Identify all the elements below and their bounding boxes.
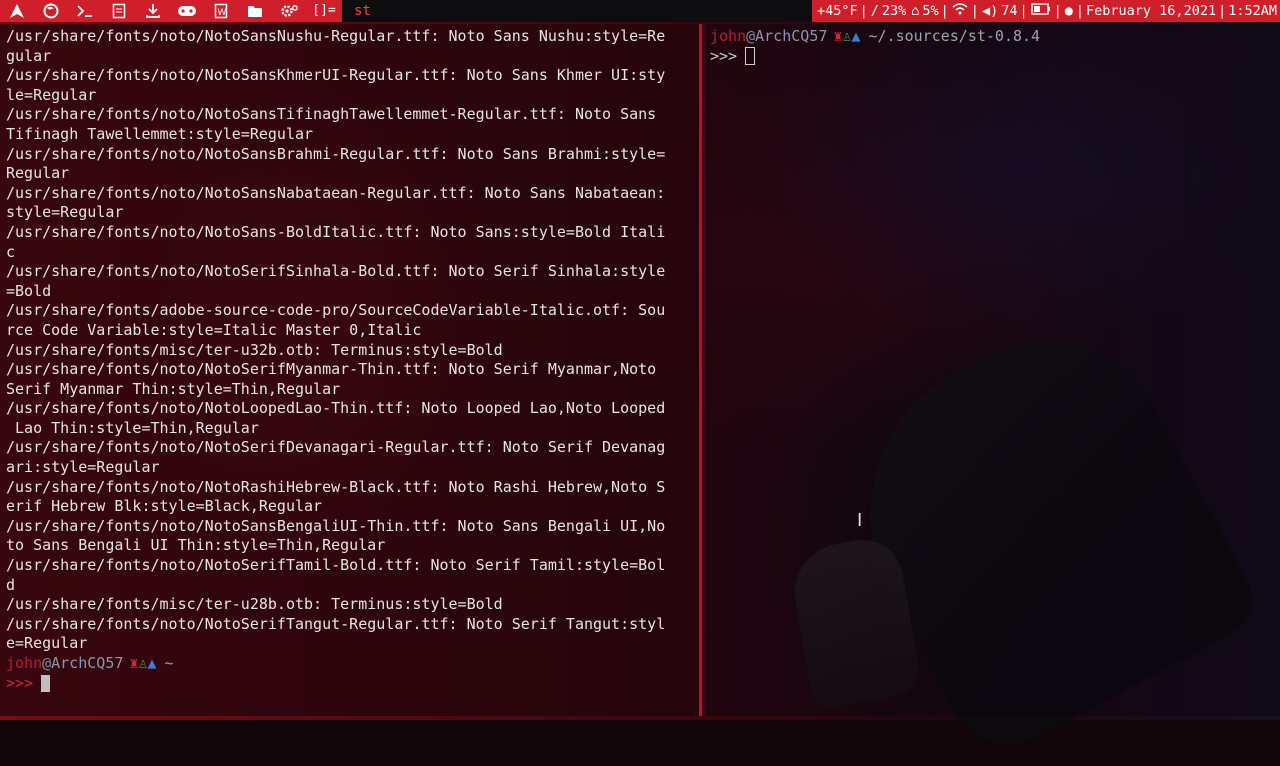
arch-icon: ▲ — [147, 654, 157, 672]
terminal-output: /usr/share/fonts/noto/NotoSansNushu-Regu… — [6, 27, 693, 654]
status-bar: W []= st +45°F | /23% ⌂ 5% | | ◀) 74 | | ●… — [0, 0, 1280, 22]
ghost-icon: ♜ — [833, 27, 843, 45]
terminal-output-line: ari:style=Regular — [6, 458, 160, 477]
separator: | — [1019, 3, 1028, 19]
separator: | — [1053, 3, 1062, 19]
terminal-output-line: /usr/share/fonts/noto/NotoSansNushu-Regu… — [6, 27, 666, 45]
terminal-output-line: style=Regular — [6, 203, 124, 222]
home-icon: ⌂ — [911, 3, 920, 19]
terminal-output-line: /usr/share/fonts/noto/NotoSans-BoldItali… — [6, 222, 666, 241]
separator: | — [1218, 3, 1227, 19]
terminal-output-line: /usr/share/fonts/misc/ter-u28b.otb: Term… — [6, 595, 503, 614]
separator: | — [970, 3, 979, 19]
arch-logo-icon[interactable] — [0, 0, 34, 22]
separator: | — [859, 3, 868, 19]
terminal-output-line: to Sans Bengali UI Thin:style=Thin,Regul… — [6, 536, 386, 555]
system-status: +45°F | /23% ⌂ 5% | | ◀) 74 | | ● | Februa… — [811, 0, 1280, 22]
terminal-prompt: john@ArchCQ57 ♜♙▲ ~ — [6, 654, 693, 674]
arch-icon: ▲ — [851, 27, 861, 45]
weather-readout: +45°F — [816, 3, 858, 19]
terminal-input-line[interactable]: >>> — [710, 47, 1276, 67]
prompt-path: ~ — [164, 654, 174, 672]
mouse-ibeam-cursor: I — [857, 510, 863, 531]
ghost-icon: ♜ — [129, 654, 139, 672]
terminal-output-line: c — [6, 242, 16, 261]
terminal-output-line: rce Code Variable:style=Italic Master 0,… — [6, 320, 422, 339]
terminal-output-line: gular — [6, 46, 52, 65]
terminal-output-line: Lao Thin:style=Thin,Regular — [6, 418, 259, 437]
terminal-input-line[interactable]: >>> — [6, 674, 693, 694]
terminal-output-line: /usr/share/fonts/noto/NotoLoopedLao-Thin… — [6, 399, 666, 418]
terminal-output-line: Tifinagh Tawellemmet:style=Regular — [6, 124, 314, 143]
wifi-icon — [950, 0, 970, 22]
terminal-output-line: /usr/share/fonts/noto/NotoSansBengaliUI-… — [6, 516, 666, 535]
ram-readout: 5% — [922, 3, 939, 19]
separator: | — [1075, 3, 1085, 19]
volume-readout: 74 — [1001, 3, 1018, 19]
terminal-cursor — [41, 674, 51, 692]
prompt-host: ArchCQ57 — [755, 27, 828, 45]
terminal-output-line: /usr/share/fonts/noto/NotoSerifTamil-Bol… — [6, 556, 666, 575]
terminal-output-line: /usr/share/fonts/noto/NotoSerifTangut-Re… — [6, 614, 666, 633]
document-icon[interactable]: W — [204, 0, 238, 22]
terminal-right[interactable]: john@ArchCQ57 ♜♙▲ ~/.sources/st-0.8.4 >>> — [706, 24, 1280, 716]
date-readout: February 16,2021 — [1086, 3, 1217, 19]
terminal-output-line: /usr/share/fonts/noto/NotoSansBrahmi-Reg… — [6, 144, 666, 163]
terminal-output-line: /usr/share/fonts/noto/NotoSansTifinaghTa… — [6, 105, 657, 124]
volume-icon: ◀) — [981, 3, 999, 19]
firefox-icon[interactable] — [34, 0, 68, 22]
terminal-output-line: =Bold — [6, 281, 52, 300]
terminal-output-line: /usr/share/fonts/noto/NotoRashiHebrew-Bl… — [6, 477, 666, 496]
terminal-output-line: /usr/share/fonts/adobe-source-code-pro/S… — [6, 301, 666, 320]
terminal-output-line: /usr/share/fonts/noto/NotoSansNabataean-… — [6, 183, 666, 202]
layout-indicator[interactable]: []= — [306, 0, 342, 22]
prompt-host: ArchCQ57 — [51, 654, 124, 672]
terminal-prompt: john@ArchCQ57 ♜♙▲ ~/.sources/st-0.8.4 — [710, 27, 1276, 47]
settings-icon[interactable] — [272, 0, 306, 22]
moon-icon: ● — [1064, 3, 1073, 19]
terminal-output-line: Regular — [6, 164, 70, 183]
window-title: st — [342, 0, 379, 22]
prompt-arrows: >>> — [6, 673, 34, 692]
terminal-output-line: /usr/share/fonts/noto/NotoSerifDevanagar… — [6, 438, 666, 457]
prompt-user: john — [710, 27, 747, 45]
terminal-icon[interactable] — [68, 0, 102, 22]
prompt-at: @ — [746, 27, 756, 45]
terminal-output-line: /usr/share/fonts/noto/NotoSerifMyanmar-T… — [6, 360, 657, 379]
download-icon[interactable] — [136, 0, 170, 22]
terminal-output-line: /usr/share/fonts/misc/ter-u32b.otb: Term… — [6, 340, 503, 359]
terminal-output-line: le=Regular — [6, 85, 97, 104]
time-readout: 1:52AM — [1228, 3, 1277, 19]
separator: | — [940, 3, 949, 19]
status-bar-spacer — [378, 0, 812, 22]
folder-icon[interactable] — [238, 0, 272, 22]
file-manager-icon[interactable] — [102, 0, 136, 22]
terminal-cursor — [745, 47, 756, 66]
terminal-output-line: e=Regular — [6, 634, 88, 653]
terminal-output-line: /usr/share/fonts/noto/NotoSansKhmerUI-Re… — [6, 66, 666, 85]
cpu-icon: / — [870, 3, 879, 19]
battery-icon — [1029, 0, 1053, 22]
window-title-text: st — [354, 3, 371, 19]
terminal-left[interactable]: /usr/share/fonts/noto/NotoSansNushu-Regu… — [0, 24, 702, 716]
terminal-output-line: d — [6, 575, 16, 594]
svg-text:W: W — [218, 8, 227, 18]
terminal-output-line: Serif Myanmar Thin:style=Thin,Regular — [6, 379, 341, 398]
gamepad-icon[interactable] — [170, 0, 204, 22]
prompt-at: @ — [42, 654, 52, 672]
cpu-readout: 23% — [881, 3, 907, 19]
prompt-arrows: >>> — [710, 46, 738, 65]
terminal-output-line: /usr/share/fonts/noto/NotoSerifSinhala-B… — [6, 262, 666, 281]
prompt-path: ~/.sources/st-0.8.4 — [868, 27, 1041, 45]
terminal-output-line: erif Hebrew Blk:style=Black,Regular — [6, 497, 323, 516]
prompt-user: john — [6, 654, 43, 672]
launcher-group: W []= — [0, 0, 342, 22]
